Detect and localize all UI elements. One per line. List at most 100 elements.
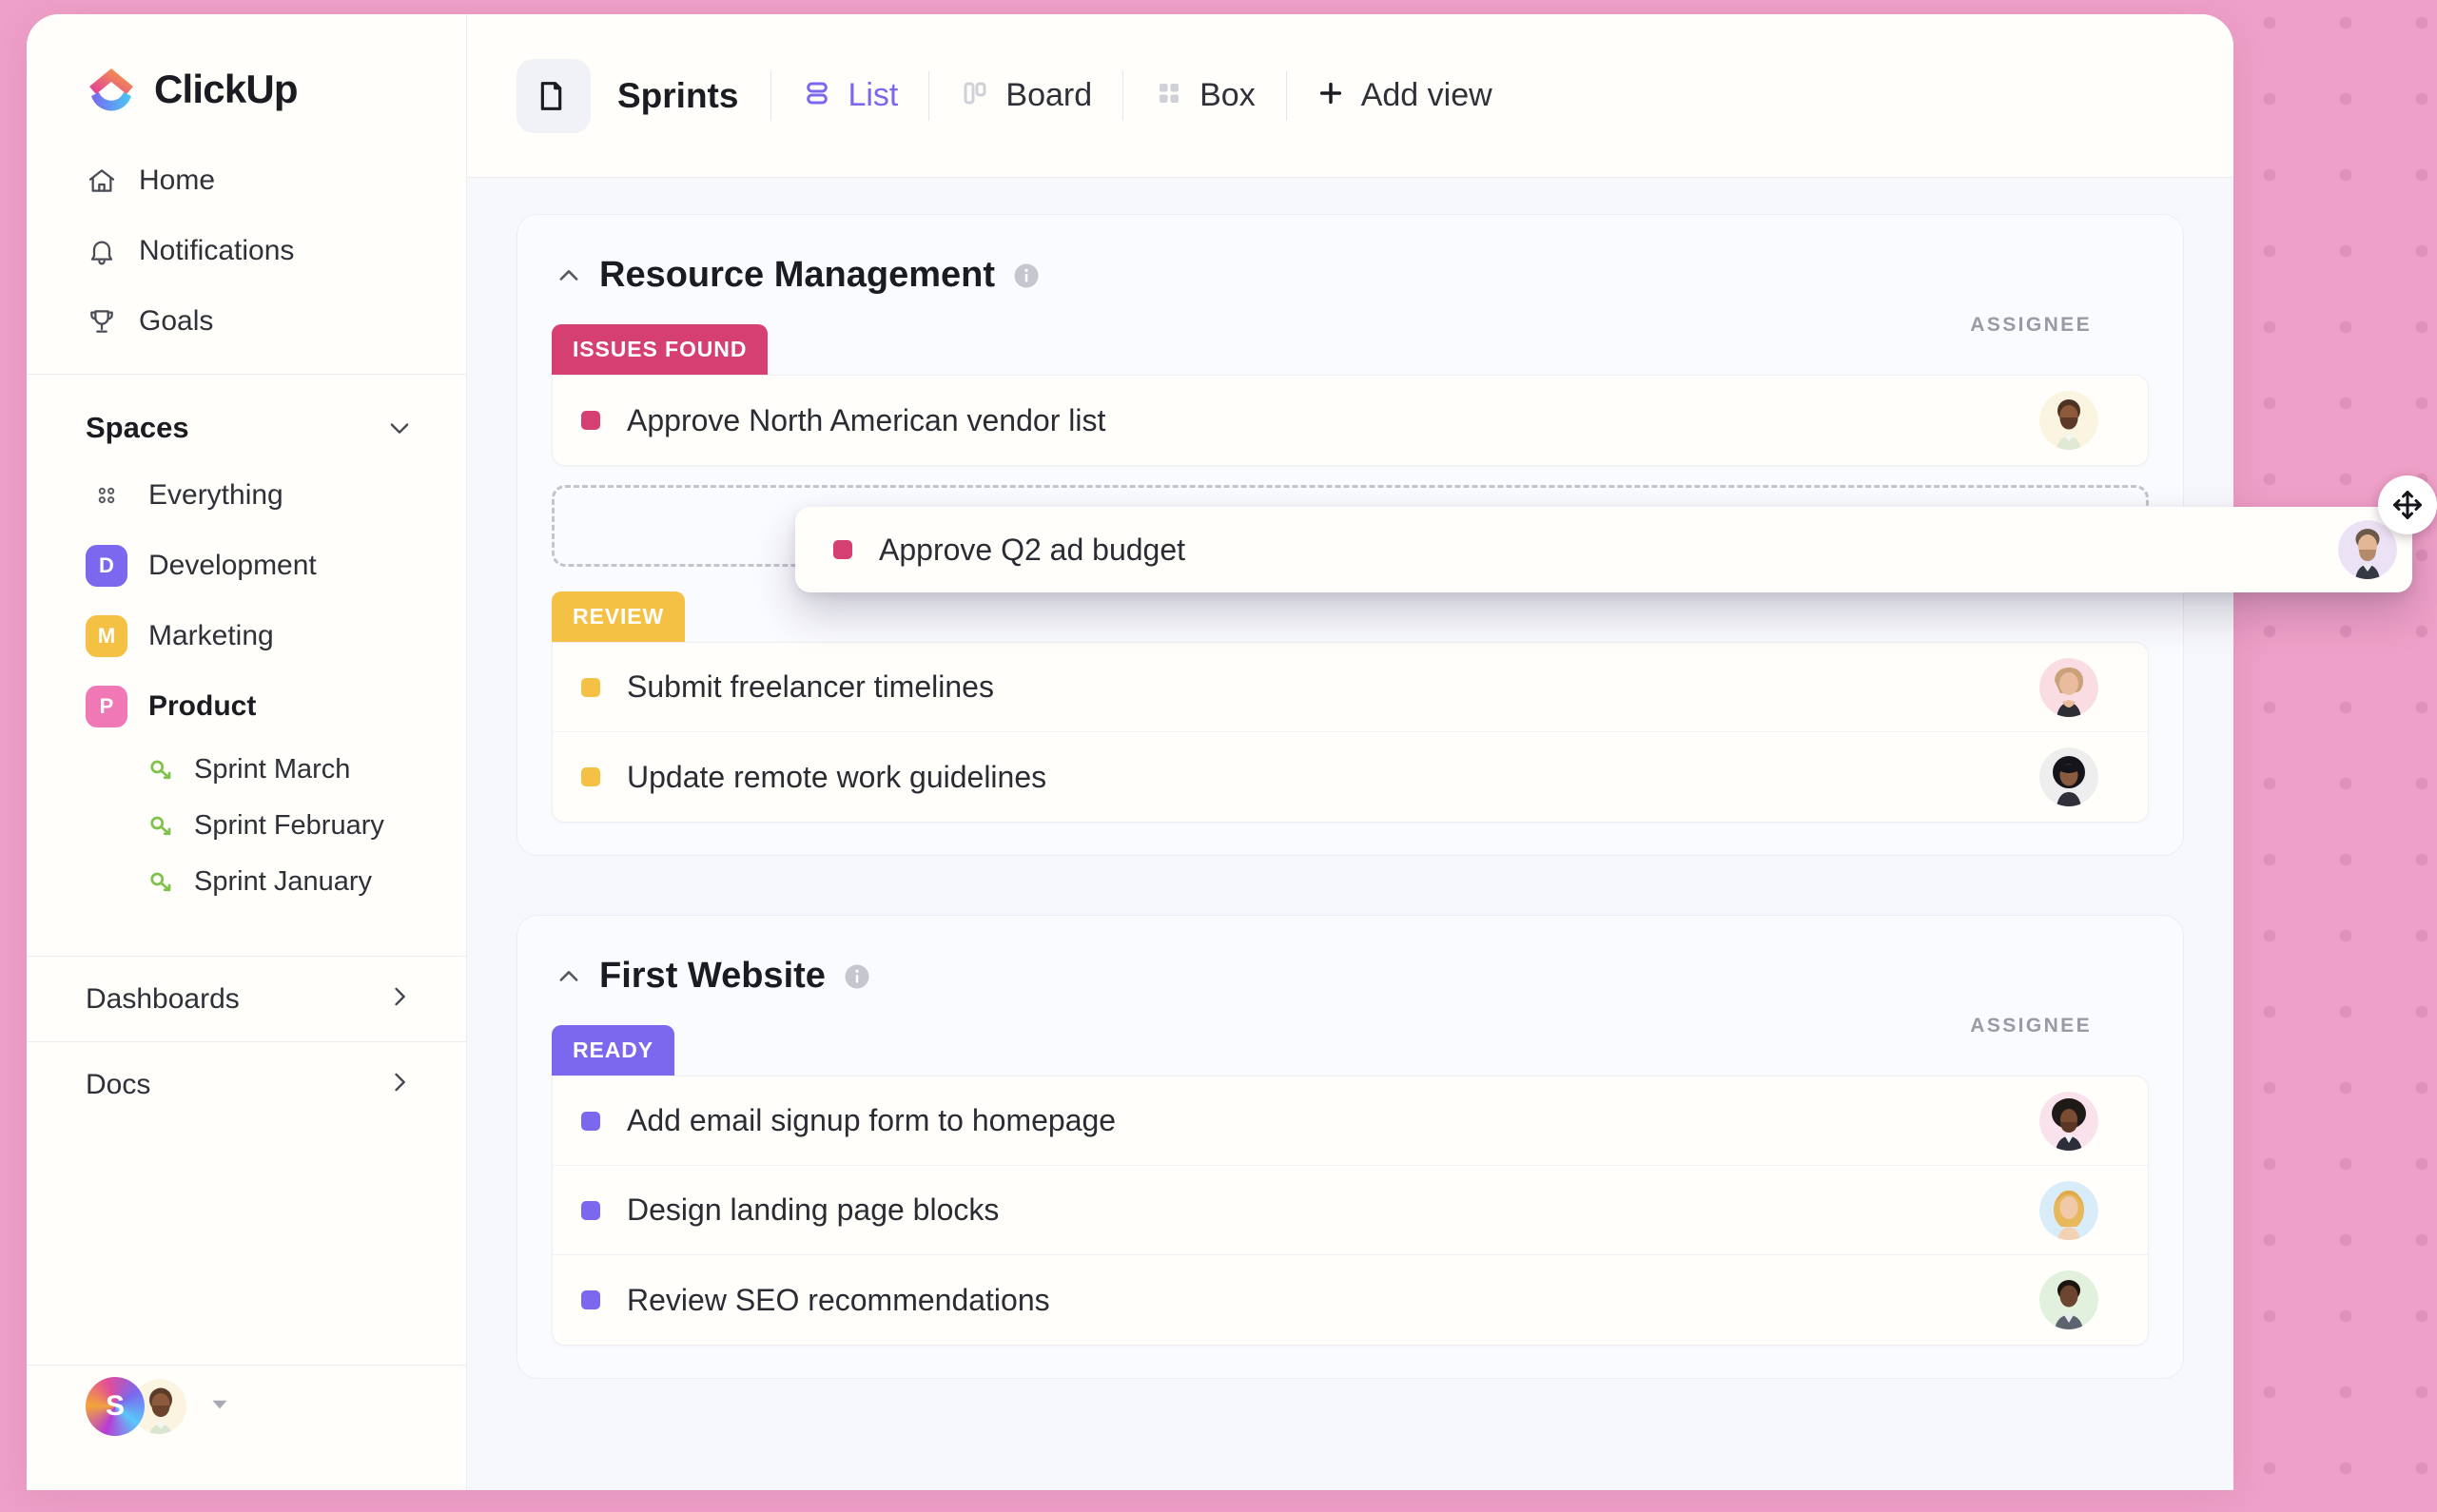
app-logo[interactable]: ClickUp (27, 14, 466, 142)
status-dot (581, 677, 600, 697)
tab-list[interactable]: List (771, 59, 928, 133)
home-icon (86, 165, 118, 197)
sidebar-item-label: Product (148, 690, 257, 722)
sprint-icon (146, 811, 177, 842)
sidebar-item-sprint-january[interactable]: Sprint January (27, 854, 466, 910)
chevron-up-icon[interactable] (556, 963, 582, 990)
bell-icon (86, 235, 118, 267)
task-name: Update remote work guidelines (627, 759, 1047, 794)
table-row[interactable]: Approve North American vendor list (553, 376, 2148, 465)
sidebar-item-label: Notifications (139, 235, 295, 266)
chevron-right-icon[interactable] (386, 983, 413, 1015)
caret-down-icon[interactable] (207, 1391, 232, 1421)
app-logo-text: ClickUp (154, 67, 299, 111)
task-name: Approve Q2 ad budget (879, 532, 1186, 567)
tab-board[interactable]: Board (929, 59, 1122, 133)
sidebar-item-goals[interactable]: Goals (27, 286, 466, 357)
sidebar-item-sprint-march[interactable]: Sprint March (27, 742, 466, 798)
task-list: Approve North American vendor list (552, 375, 2149, 466)
board-view-icon (960, 78, 990, 113)
sidebar-item-dashboards[interactable]: Dashboards (27, 956, 466, 1041)
status-dot (581, 1290, 600, 1309)
chevron-down-icon[interactable] (386, 415, 413, 441)
task-name: Submit freelancer timelines (627, 669, 994, 704)
trophy-icon (86, 305, 118, 338)
status-dot (581, 1111, 600, 1131)
tab-box[interactable]: Box (1123, 59, 1286, 133)
plus-icon (1316, 78, 1346, 113)
avatar[interactable] (2338, 520, 2397, 579)
avatar[interactable] (2039, 1180, 2098, 1240)
info-icon[interactable] (843, 962, 871, 991)
info-icon[interactable] (1012, 262, 1041, 290)
clickup-logo-icon (86, 64, 137, 115)
avatar[interactable] (2039, 747, 2098, 806)
status-badge[interactable]: ISSUES FOUND (552, 324, 769, 375)
task-name: Design landing page blocks (627, 1192, 1000, 1227)
sidebar-item-label: Sprint March (194, 754, 351, 785)
status-dot (581, 767, 600, 786)
avatar[interactable] (2039, 657, 2098, 717)
workspace-avatar[interactable]: S (86, 1376, 145, 1436)
sidebar-item-notifications[interactable]: Notifications (27, 216, 466, 286)
sidebar-item-development[interactable]: D Development (27, 531, 466, 601)
add-view-label: Add view (1360, 77, 1492, 113)
sidebar-item-label: Development (148, 550, 317, 581)
sprint-icon (146, 755, 177, 785)
status-group-issues-found: ISSUES FOUND Approve North American vend… (552, 324, 2149, 466)
primary-nav: Home Notifications Goals (27, 142, 466, 357)
group-header[interactable]: First Website (552, 948, 2149, 997)
box-view-icon (1154, 78, 1184, 113)
page-title: Sprints (617, 75, 739, 115)
status-group-ready: READY Add email signup form to homepage (552, 1025, 2149, 1346)
sidebar-item-label: Home (139, 165, 216, 196)
spaces-header[interactable]: Spaces (27, 375, 466, 460)
group-header[interactable]: Resource Management (552, 247, 2149, 296)
tab-label: Box (1199, 77, 1256, 113)
spaces-title: Spaces (86, 411, 189, 444)
sidebar-item-marketing[interactable]: M Marketing (27, 601, 466, 671)
main-area: Sprints List Board Box Add view Resource… (467, 14, 2233, 1490)
sidebar-item-label: Sprint February (194, 810, 384, 841)
sidebar-item-label: Docs (86, 1068, 151, 1100)
sidebar-footer: S (27, 1365, 466, 1490)
sidebar-item-sprint-february[interactable]: Sprint February (27, 798, 466, 854)
app-window: ClickUp Home Notifications Goals Spaces … (27, 14, 2233, 1490)
sidebar-item-label: Marketing (148, 620, 274, 651)
sidebar-item-docs[interactable]: Docs (27, 1041, 466, 1127)
table-row[interactable]: Submit freelancer timelines (553, 643, 2148, 732)
sidebar-item-product[interactable]: P Product (27, 671, 466, 742)
top-toolbar: Sprints List Board Box Add view (467, 14, 2233, 178)
task-name: Add email signup form to homepage (627, 1103, 1117, 1137)
avatar[interactable] (2039, 1270, 2098, 1329)
table-row[interactable]: Review SEO recommendations (553, 1255, 2148, 1345)
list-view-icon (802, 78, 832, 113)
chevron-right-icon[interactable] (386, 1069, 413, 1100)
add-view-button[interactable]: Add view (1287, 77, 1492, 114)
table-row[interactable]: Update remote work guidelines (553, 732, 2148, 822)
status-badge[interactable]: READY (552, 1025, 675, 1076)
chevron-up-icon[interactable] (556, 262, 582, 289)
table-row[interactable]: Add email signup form to homepage (553, 1076, 2148, 1166)
dragged-task-card[interactable]: Approve Q2 ad budget (795, 507, 2412, 592)
avatar[interactable] (2039, 1091, 2098, 1151)
avatar[interactable] (2039, 391, 2098, 450)
status-badge[interactable]: REVIEW (552, 591, 686, 642)
tab-label: Board (1005, 77, 1093, 113)
task-name: Review SEO recommendations (627, 1282, 1050, 1317)
tab-label: List (848, 77, 899, 113)
folder-icon[interactable] (517, 58, 591, 133)
status-group-review: REVIEW Submit freelancer timelines Updat… (552, 591, 2149, 823)
group-title: First Website (599, 956, 826, 996)
sidebar-item-label: Everything (148, 479, 283, 511)
sidebar-item-label: Sprint January (194, 866, 372, 897)
status-dot (833, 540, 852, 559)
table-row[interactable]: Design landing page blocks (553, 1166, 2148, 1255)
sidebar-item-label: Goals (139, 305, 214, 337)
sprint-icon (146, 867, 177, 898)
task-list-content: Resource Management ASSIGNEE ISSUES FOUN… (467, 178, 2233, 1490)
sidebar: ClickUp Home Notifications Goals Spaces … (27, 14, 467, 1490)
sidebar-item-everything[interactable]: Everything (27, 460, 466, 531)
sidebar-item-home[interactable]: Home (27, 145, 466, 216)
